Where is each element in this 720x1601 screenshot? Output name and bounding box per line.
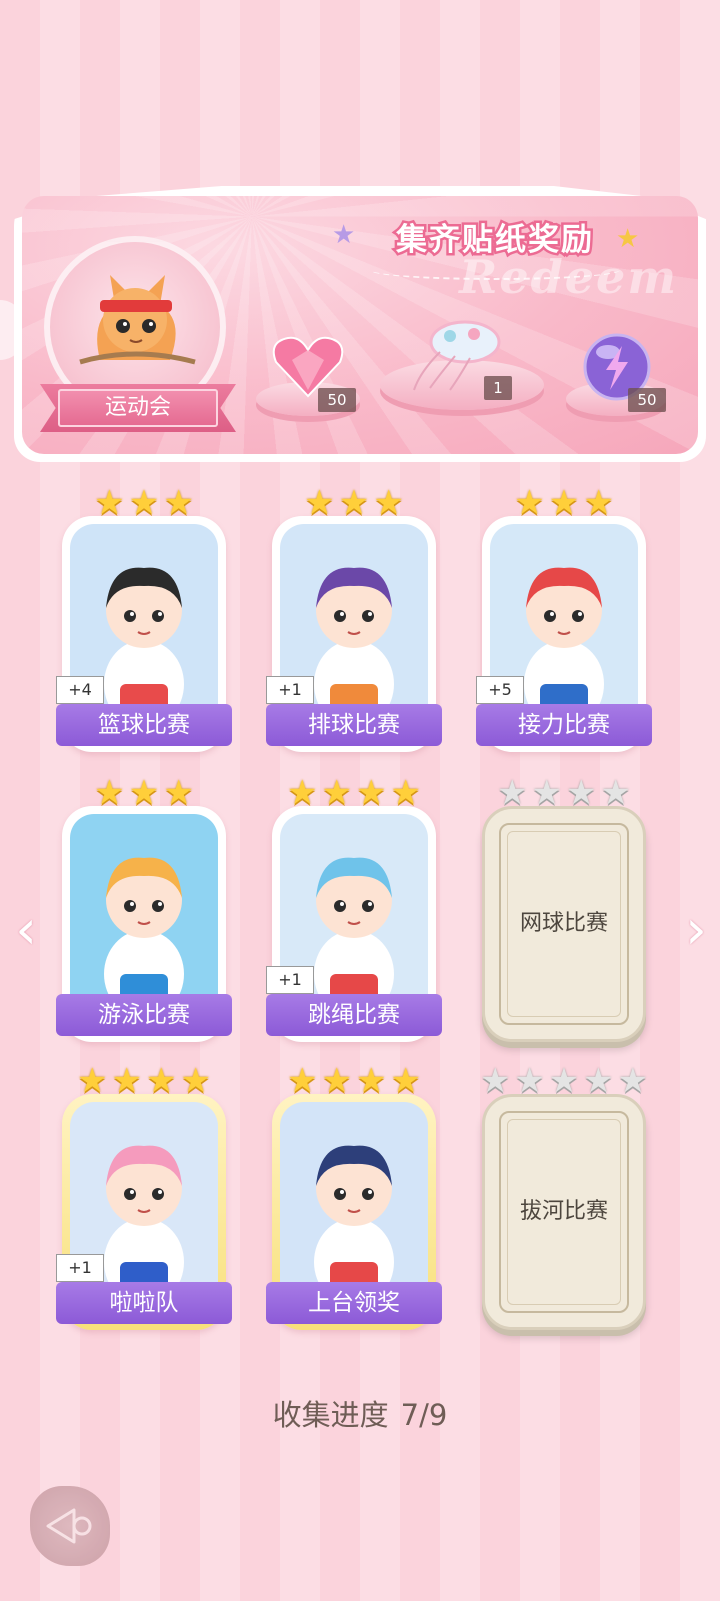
star-icon: ★: [514, 483, 545, 523]
star-icon: ★: [321, 773, 352, 813]
reward-count: 1: [484, 376, 512, 400]
duplicate-count-badge: +4: [56, 676, 104, 704]
star-icon: ★: [321, 1061, 352, 1101]
rarity-stars: ★ ★ ★ ★: [286, 1064, 422, 1098]
card-name: 跳绳比赛: [266, 994, 442, 1036]
star-icon: ★: [497, 773, 528, 813]
star-icon: ★: [390, 1061, 421, 1101]
star-icon: ★: [163, 483, 194, 523]
banner-title-box: 集齐贴纸奖励: [336, 210, 656, 266]
star-icon: ★: [514, 1061, 545, 1101]
star-icon: ★: [548, 483, 580, 523]
duplicate-count-badge: +1: [266, 676, 314, 704]
card-name: 篮球比赛: [56, 704, 232, 746]
star-icon: ★: [356, 1061, 387, 1101]
rarity-stars: ★ ★ ★ ★: [286, 776, 422, 810]
star-icon: ★: [566, 773, 597, 813]
card-name: 啦啦队: [56, 1282, 232, 1324]
card-name: 网球比赛: [519, 911, 608, 936]
star-icon: ★: [128, 773, 160, 813]
duplicate-count-badge: +1: [266, 966, 314, 994]
star-icon: ★: [338, 483, 370, 523]
progress-label: 收集进度: [272, 1398, 389, 1432]
sticker-card[interactable]: 拔河比赛: [482, 1094, 646, 1330]
reward-count: 50: [318, 388, 356, 412]
rarity-stars: ★ ★ ★: [93, 486, 195, 520]
sticker-card[interactable]: +5 接力比赛: [476, 516, 652, 752]
rarity-stars: ★ ★ ★ ★ ★: [479, 1064, 649, 1098]
star-icon: ★: [390, 773, 421, 813]
star-icon: ★: [180, 1061, 211, 1101]
back-button[interactable]: [30, 1486, 110, 1566]
sticker-card[interactable]: +1 跳绳比赛: [266, 806, 442, 1042]
sticker-card[interactable]: +1 啦啦队: [56, 1094, 232, 1330]
star-icon: ★: [548, 1061, 580, 1101]
star-icon: ★: [373, 483, 404, 523]
rarity-stars: ★ ★ ★ ★: [76, 1064, 212, 1098]
star-icon: ★: [163, 773, 194, 813]
star-icon: ★: [583, 1061, 614, 1101]
star-icon: ★: [128, 483, 160, 523]
duplicate-count-badge: +5: [476, 676, 524, 704]
back-arrow-icon: [46, 1508, 92, 1544]
rarity-stars: ★ ★ ★ ★: [496, 776, 632, 810]
sticker-card[interactable]: +4 篮球比赛: [56, 516, 232, 752]
star-icon: ★: [94, 773, 125, 813]
star-icon: ★: [356, 773, 387, 813]
reward-count: 50: [628, 388, 666, 412]
event-name: 运动会: [58, 389, 218, 427]
star-icon: ★: [77, 1061, 108, 1101]
star-icon: ★: [287, 773, 318, 813]
sticker-card[interactable]: 网球比赛: [482, 806, 646, 1042]
star-icon: ★: [287, 1061, 318, 1101]
star-icon: ★: [600, 773, 631, 813]
progress-value: 7/9: [400, 1398, 448, 1432]
banner-title: 集齐贴纸奖励: [394, 220, 595, 261]
card-name: 游泳比赛: [56, 994, 232, 1036]
star-icon: ★: [479, 1061, 511, 1101]
cat-mascot-icon: [79, 275, 196, 365]
prev-page-arrow-icon[interactable]: ‹: [10, 903, 42, 957]
star-icon: ★: [583, 483, 614, 523]
card-name: 排球比赛: [266, 704, 442, 746]
sticker-card[interactable]: +1 排球比赛: [266, 516, 442, 752]
star-icon: ★: [304, 483, 335, 523]
next-page-arrow-icon[interactable]: ›: [680, 903, 712, 957]
star-icon: ★: [617, 1061, 649, 1101]
sticker-card[interactable]: 游泳比赛: [56, 806, 232, 1042]
rarity-stars: ★ ★ ★: [513, 486, 615, 520]
title-dashed-line: [370, 260, 620, 280]
rarity-stars: ★ ★ ★: [93, 776, 195, 810]
card-name: 上台领奖: [266, 1282, 442, 1324]
star-icon: ★: [531, 773, 562, 813]
rarity-stars: ★ ★ ★: [303, 486, 405, 520]
star-icon: ★: [94, 483, 125, 523]
star-icon: ★: [111, 1061, 142, 1101]
sticker-card[interactable]: 上台领奖: [266, 1094, 442, 1330]
card-name: 拔河比赛: [519, 1199, 608, 1224]
duplicate-count-badge: +1: [56, 1254, 104, 1282]
card-name: 接力比赛: [476, 704, 652, 746]
star-icon: ★: [146, 1061, 177, 1101]
collection-progress: 收集进度 7/9: [0, 1392, 720, 1434]
